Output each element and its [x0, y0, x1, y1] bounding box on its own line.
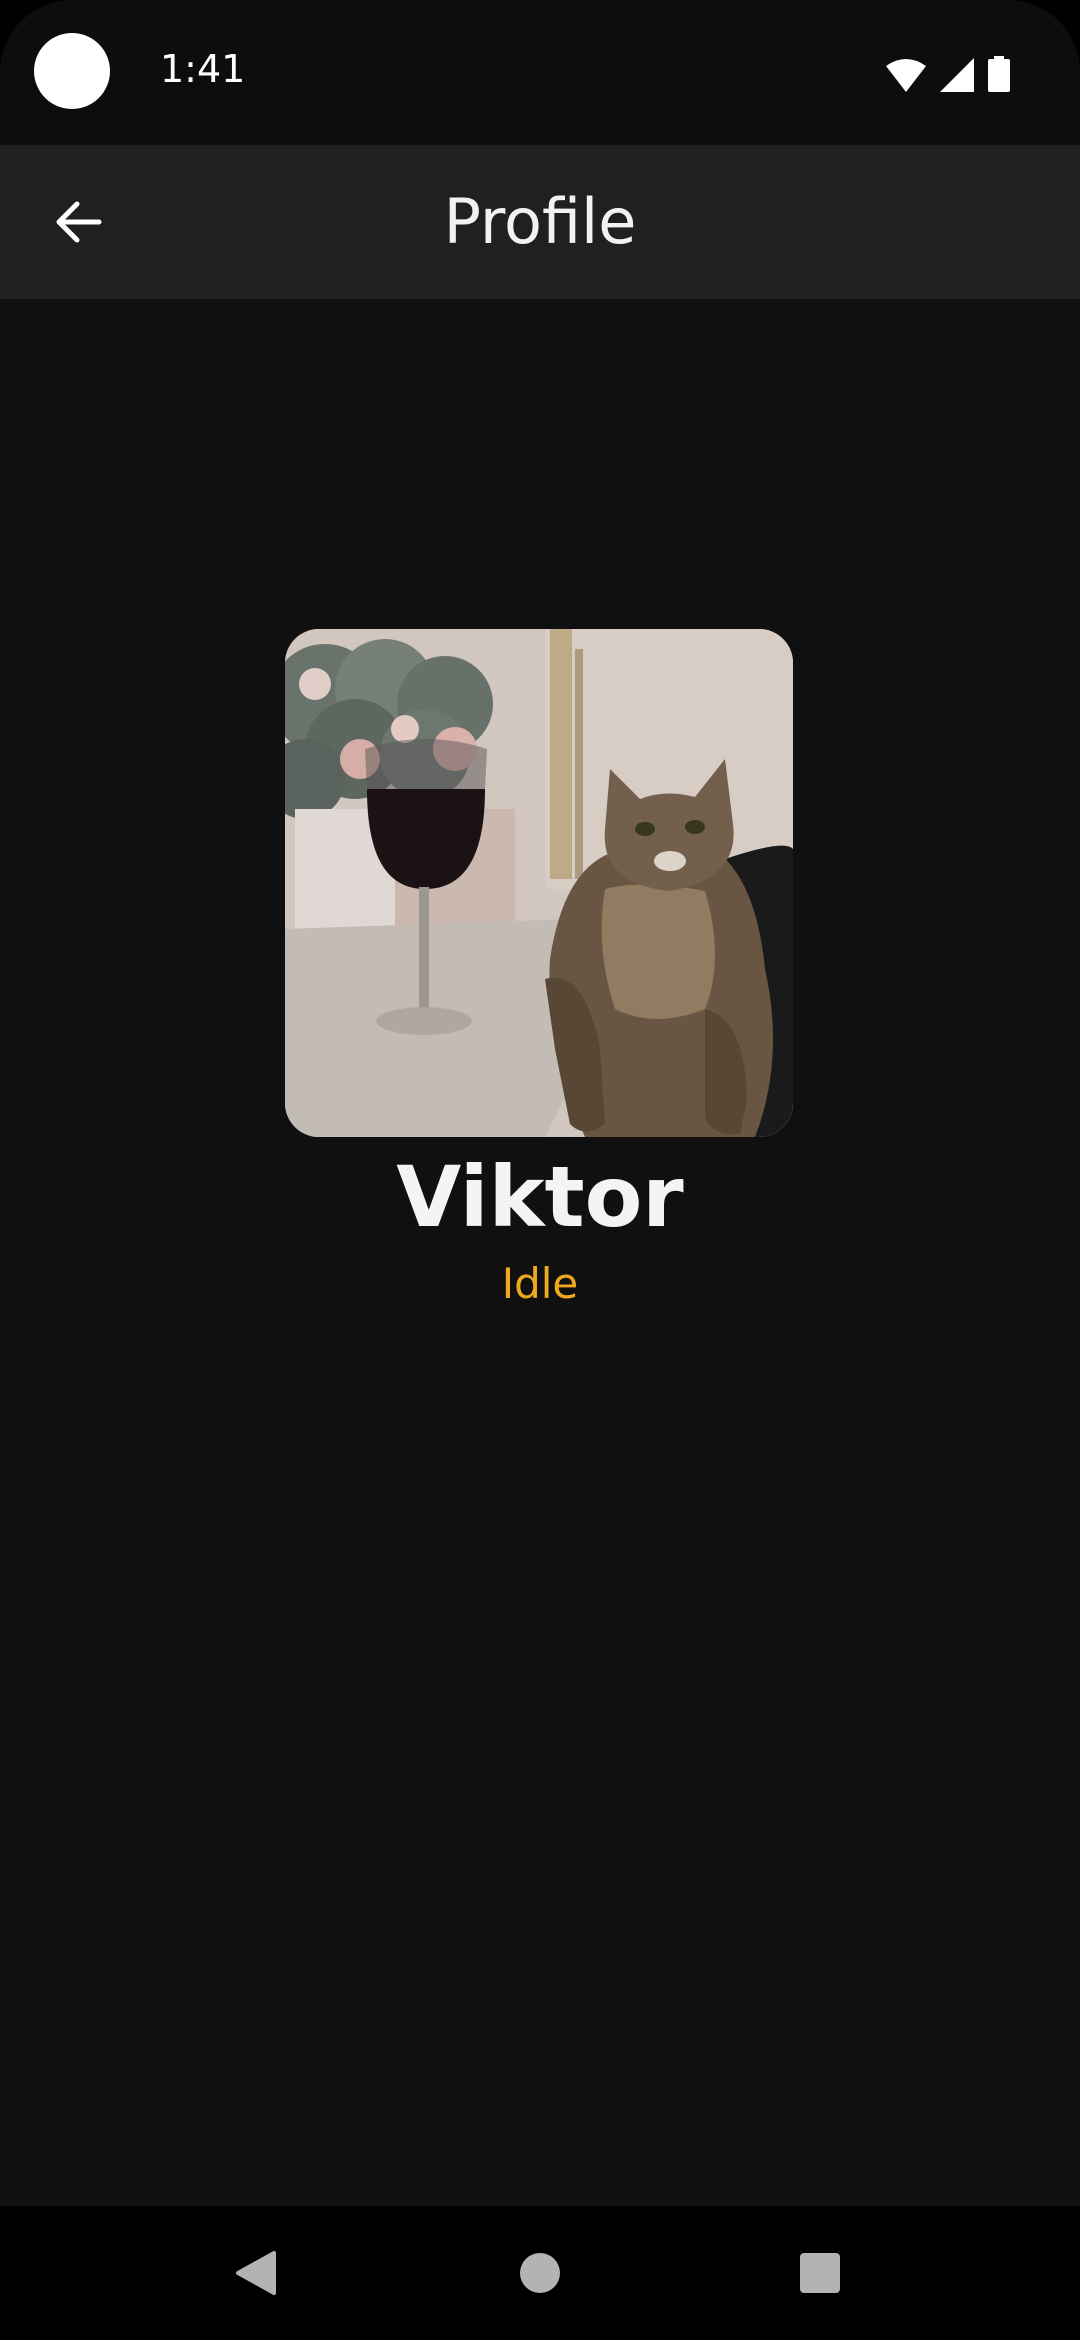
arrow-back-icon: [56, 201, 102, 243]
nav-recents-icon: [800, 2253, 840, 2293]
battery-icon: [988, 56, 1010, 92]
status-time: 1:41: [160, 47, 246, 91]
phone-screen: 1:41 Profile Viktor Idle: [0, 0, 1080, 2340]
nav-back-icon: [236, 2251, 276, 2295]
system-nav-bar: [0, 2206, 1080, 2340]
profile-name: Viktor: [396, 1148, 684, 1246]
back-button[interactable]: [36, 180, 120, 264]
status-bar: 1:41: [0, 0, 1080, 145]
nav-home-icon: [520, 2253, 560, 2293]
cellular-signal-icon: [940, 58, 974, 92]
wifi-icon: [886, 58, 926, 92]
nav-recents-button[interactable]: [788, 2241, 852, 2305]
camera-cutout: [34, 33, 110, 109]
status-icons: [886, 56, 1010, 92]
avatar-photo: [285, 629, 793, 1137]
app-bar: Profile: [0, 145, 1080, 299]
page-title: Profile: [443, 185, 637, 258]
nav-home-button[interactable]: [508, 2241, 572, 2305]
profile-status: Idle: [501, 1259, 579, 1308]
profile-content: Viktor Idle: [0, 299, 1080, 2206]
nav-back-button[interactable]: [224, 2241, 288, 2305]
avatar: [285, 629, 793, 1137]
